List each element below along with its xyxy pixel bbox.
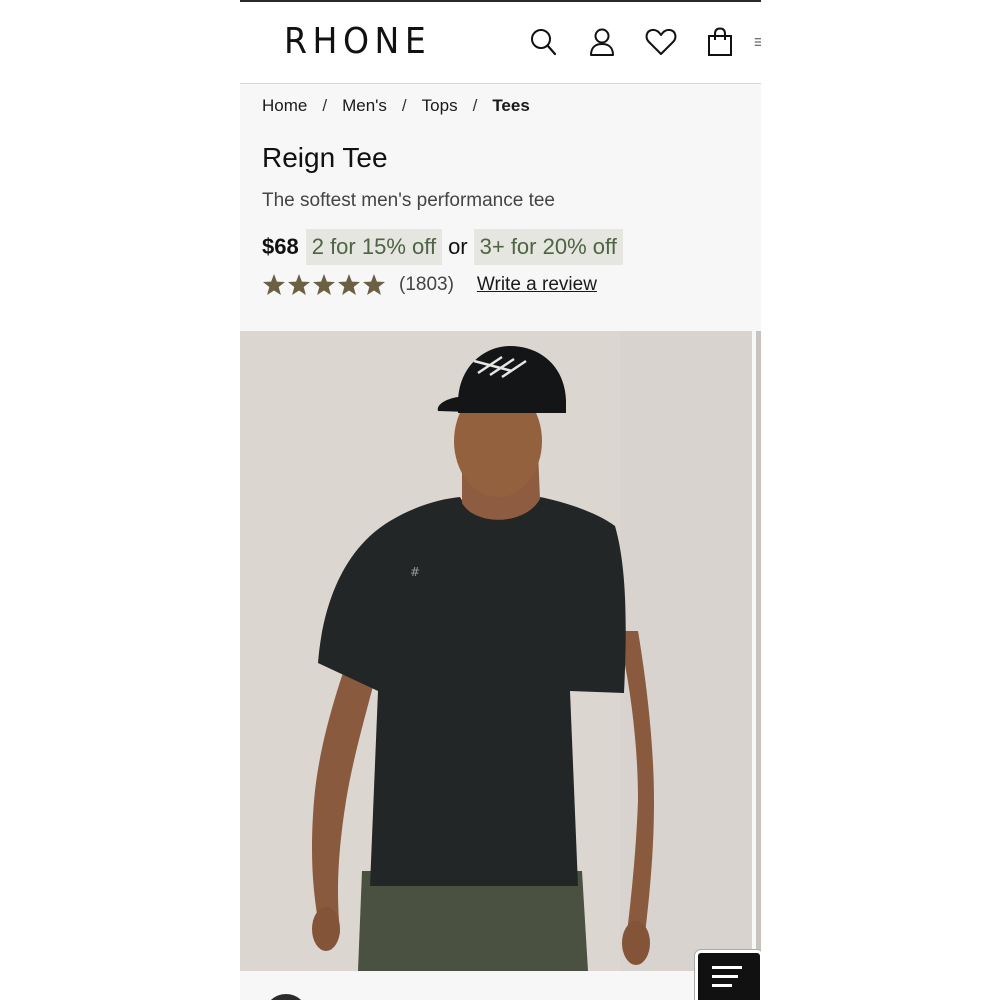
promo-or-text: or xyxy=(448,234,468,259)
product-image[interactable]: # xyxy=(240,331,752,971)
promo-badge-3-plus: 3+ for 20% off xyxy=(473,229,623,265)
product-subtitle: The softest men's performance tee xyxy=(262,190,555,211)
star-icon xyxy=(288,274,310,295)
brand-logo[interactable]: RHONE xyxy=(284,22,431,62)
star-icon xyxy=(338,274,360,295)
wishlist-icon[interactable] xyxy=(644,26,678,58)
chat-avatar-icon[interactable] xyxy=(264,994,308,1000)
model-photo: # xyxy=(240,331,752,971)
svg-text:#: # xyxy=(410,565,420,579)
rating-row: (1803) Write a review xyxy=(262,270,597,300)
star-icon xyxy=(363,274,385,295)
star-icon xyxy=(263,274,285,295)
product-page: RHONE Home / Men's / Tops / Tees Reign T… xyxy=(240,0,761,1000)
filter-menu-button[interactable] xyxy=(695,950,761,1000)
breadcrumb-separator: / xyxy=(401,96,407,115)
search-icon[interactable] xyxy=(528,26,558,58)
breadcrumb-tops[interactable]: Tops xyxy=(422,96,458,116)
product-price: $68 xyxy=(262,234,299,259)
promo-badge-2-for: 2 for 15% off xyxy=(305,229,443,265)
breadcrumb-mens[interactable]: Men's xyxy=(342,96,387,116)
review-count[interactable]: (1803) xyxy=(399,274,454,296)
menu-line xyxy=(712,966,742,969)
breadcrumb-current: Tees xyxy=(492,96,530,115)
breadcrumb-separator: / xyxy=(322,96,328,115)
menu-line xyxy=(712,975,738,978)
breadcrumb-separator: / xyxy=(472,96,478,115)
star-icon xyxy=(313,274,335,295)
cart-icon[interactable] xyxy=(705,26,735,58)
price-row: $68 2 for 15% off or 3+ for 20% off xyxy=(262,229,623,265)
breadcrumb-home[interactable]: Home xyxy=(262,96,307,116)
breadcrumb: Home / Men's / Tops / Tees xyxy=(262,96,530,116)
menu-icon[interactable] xyxy=(754,26,761,58)
account-icon[interactable] xyxy=(587,26,617,58)
site-header: RHONE xyxy=(240,2,761,84)
write-review-link[interactable]: Write a review xyxy=(477,274,597,296)
star-rating[interactable] xyxy=(262,273,387,297)
product-title: Reign Tee xyxy=(262,142,388,173)
next-image-peek[interactable] xyxy=(756,331,761,971)
menu-line xyxy=(712,984,732,987)
